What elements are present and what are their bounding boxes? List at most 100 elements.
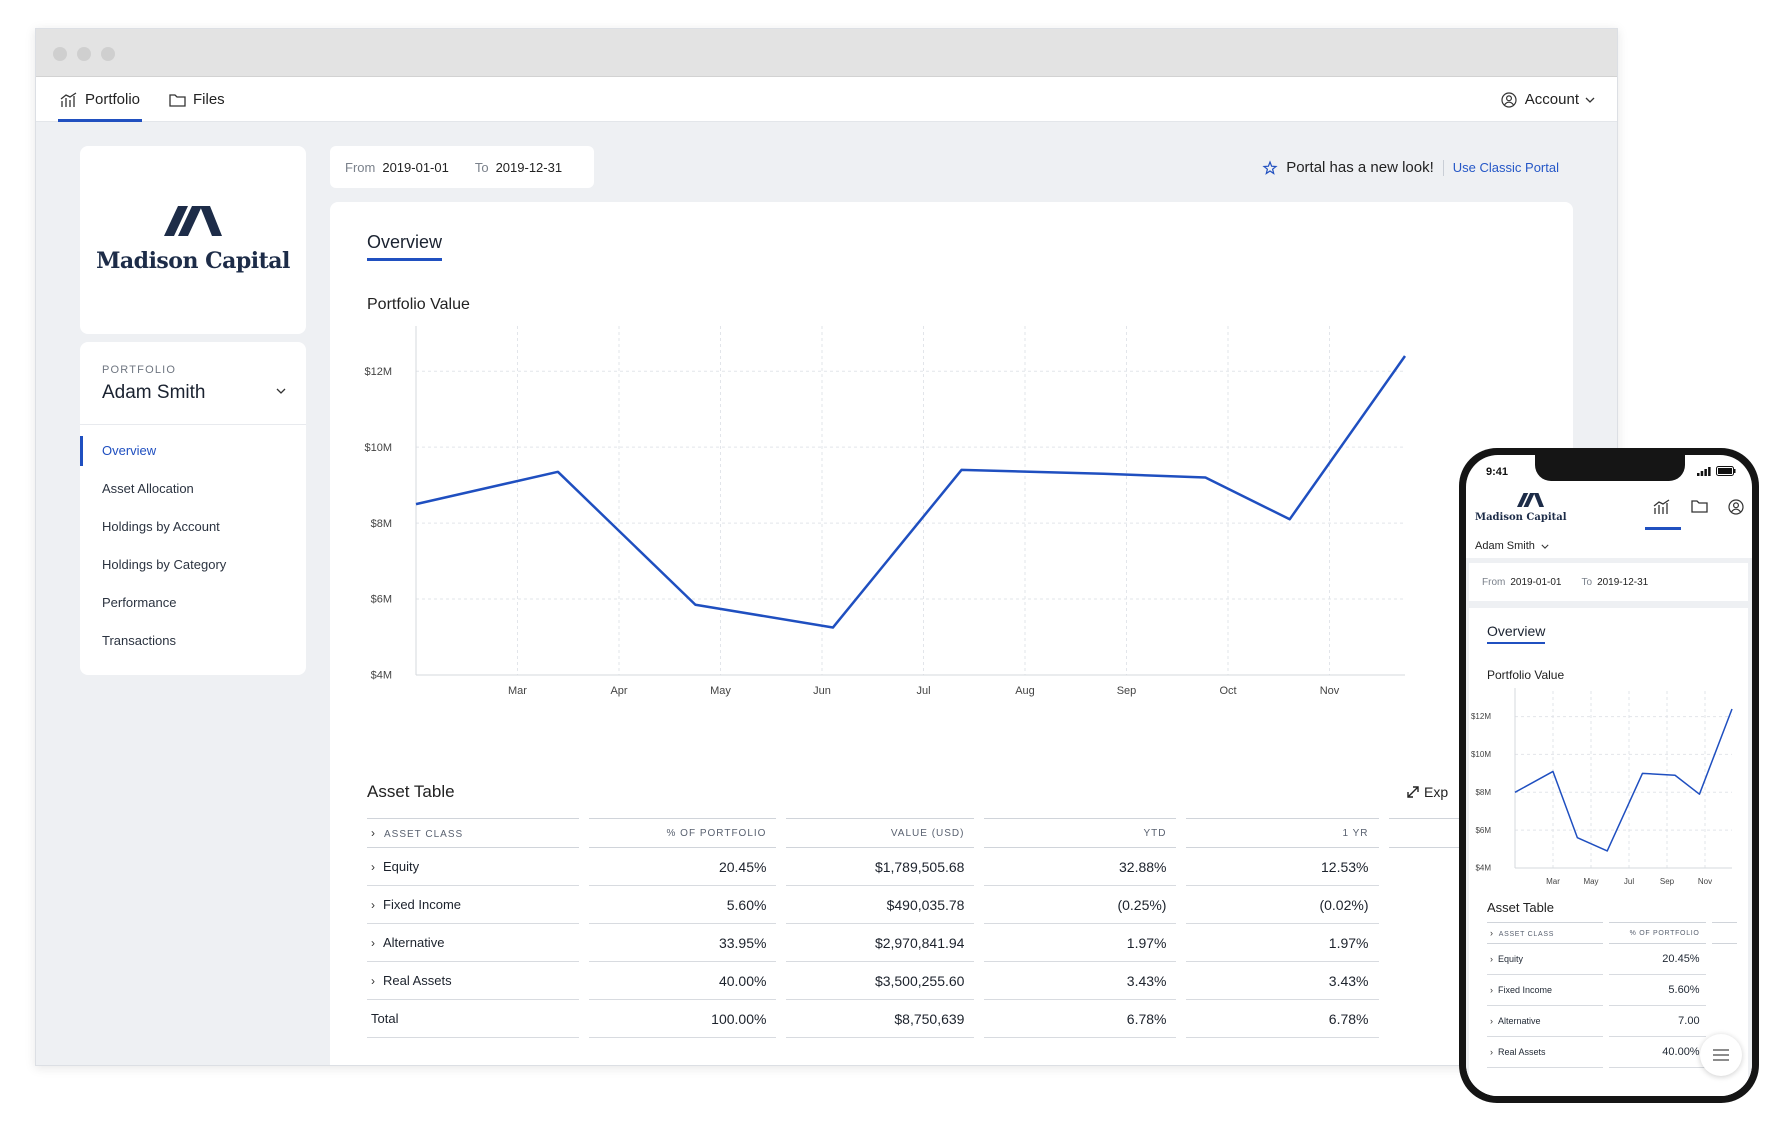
table-row[interactable]: › Alternative 7.00: [1487, 1006, 1737, 1037]
date-from-value[interactable]: 2019-01-01: [1510, 577, 1561, 588]
value-cell: 20.45%: [588, 848, 777, 886]
floating-menu-button[interactable]: [1700, 1034, 1742, 1076]
column-header-ytd[interactable]: YTD: [984, 818, 1177, 848]
portfolio-value-chart: $12M $10M $8M $6M $4M Mar Apr May Jun Jul Aug Sep Oc…: [364, 326, 1407, 697]
chevron-right-icon[interactable]: ›: [1490, 1016, 1493, 1026]
window-minimize-dot[interactable]: [77, 47, 91, 61]
sidebar-item-asset-allocation[interactable]: Asset Allocation: [80, 470, 306, 508]
portfolio-value-chart: $12M $10M $8M $6M $4M Mar May Jul Sep Nov: [1471, 688, 1733, 886]
sidebar-item-overview[interactable]: Overview: [80, 432, 306, 470]
user-circle-icon[interactable]: [1728, 499, 1744, 515]
x-tick-label: May: [1583, 877, 1598, 886]
table-header-row: › ASSET CLASS % OF PORTFOLIO: [1487, 922, 1737, 944]
classic-portal-link[interactable]: Use Classic Portal: [1453, 160, 1559, 175]
chevron-down-icon: [1585, 97, 1595, 103]
value-cell: 6.78%: [984, 1000, 1177, 1038]
chevron-right-icon[interactable]: ›: [371, 860, 375, 874]
portfolio-selector[interactable]: Adam Smith: [102, 382, 205, 404]
column-header-percent[interactable]: % OF PORTFOLIO: [1609, 922, 1706, 944]
column-header-asset-class[interactable]: › ASSET CLASS: [1487, 922, 1604, 944]
chevron-right-icon[interactable]: ›: [371, 936, 375, 950]
hamburger-menu-icon: [1713, 1049, 1729, 1061]
divider: [1442, 159, 1444, 176]
user-circle-icon: [1501, 91, 1517, 108]
portfolio-selector[interactable]: Adam Smith: [1475, 540, 1549, 552]
tab-files-label: Files: [193, 91, 225, 108]
table-row: Total 100.00% $8,750,639 6.78% 6.78%: [367, 1000, 1467, 1038]
value-cell: 40.00%: [588, 962, 777, 1000]
asset-class-label: Equity: [1498, 954, 1524, 964]
value-cell: $8,750,639: [786, 1000, 975, 1038]
tab-overview[interactable]: Overview: [1487, 623, 1546, 644]
column-header-asset-class[interactable]: › ASSET CLASS: [367, 818, 579, 848]
x-tick-label: Nov: [1320, 685, 1340, 697]
status-icons: [1697, 466, 1736, 476]
sidebar-item-holdings-by-account[interactable]: Holdings by Account: [80, 508, 306, 546]
signal-icon: [1697, 466, 1711, 476]
column-header-1yr[interactable]: 1 YR: [1186, 818, 1379, 848]
brand-logo-mark: [164, 206, 222, 241]
date-from-value[interactable]: 2019-01-01: [382, 160, 449, 175]
value-cell: 3.43%: [984, 962, 1177, 1000]
main-panel: Overview Portfolio Value $12M $10M $8M $6M $…: [330, 202, 1573, 1065]
value-cell: $2,970,841.94: [786, 924, 975, 962]
phone-mockup: 9:41 Madison Capital Adam Smith From 201…: [1459, 448, 1759, 1103]
asset-class-cell: › Real Assets: [1487, 1037, 1604, 1068]
y-tick-label: $4M: [371, 670, 392, 682]
value-cell: 32.88%: [984, 848, 1177, 886]
chart-icon[interactable]: [1653, 499, 1671, 515]
sidebar: PORTFOLIO Adam Smith Overview Asset Allo…: [80, 342, 306, 675]
chevron-right-icon[interactable]: ›: [1490, 985, 1493, 995]
account-label: Account: [1524, 91, 1579, 108]
window-zoom-dot[interactable]: [101, 47, 115, 61]
top-nav: Portfolio Files Account: [36, 77, 1617, 122]
sidebar-item-holdings-by-category[interactable]: Holdings by Category: [80, 546, 306, 584]
date-range-picker[interactable]: From 2019-01-01 To 2019-12-31: [1469, 563, 1748, 601]
date-to-value[interactable]: 2019-12-31: [1597, 577, 1648, 588]
chevron-down-icon[interactable]: [276, 388, 286, 394]
chevron-right-icon[interactable]: ›: [1490, 954, 1493, 964]
chart-icon: [60, 91, 78, 108]
date-from-label: From: [345, 159, 376, 175]
expand-button[interactable]: Exp: [1406, 784, 1448, 800]
y-tick-label: $8M: [1475, 788, 1491, 797]
tab-overview[interactable]: Overview: [367, 232, 443, 261]
y-tick-label: $4M: [1475, 864, 1491, 873]
chevron-right-icon[interactable]: ›: [371, 898, 375, 912]
date-to-value[interactable]: 2019-12-31: [496, 160, 563, 175]
sparkle-star-icon: [1262, 159, 1278, 176]
table-row[interactable]: › Real Assets 40.00% $3,500,255.60 3.43% 3.43…: [367, 962, 1467, 1000]
asset-table: › ASSET CLASS % OF PORTFOLIO VALUE (USD) …: [367, 818, 1467, 1038]
sidebar-menu: Overview Asset Allocation Holdings by Ac…: [80, 432, 306, 660]
folder-icon[interactable]: [1691, 499, 1708, 513]
sidebar-item-performance[interactable]: Performance: [80, 584, 306, 622]
tab-portfolio[interactable]: Portfolio: [58, 77, 143, 122]
table-row[interactable]: › Alternative 33.95% $2,970,841.94 1.97% 1.97…: [367, 924, 1467, 962]
column-header-value[interactable]: VALUE (USD): [786, 818, 975, 848]
sidebar-item-transactions[interactable]: Transactions: [80, 622, 306, 660]
table-row[interactable]: › Equity 20.45% $1,789,505.68 32.88% 12.53%: [367, 848, 1467, 886]
x-tick-label: Mar: [1546, 877, 1560, 886]
asset-table-title: Asset Table: [1487, 900, 1554, 915]
window-close-dot[interactable]: [53, 47, 67, 61]
account-menu[interactable]: Account: [1501, 77, 1595, 122]
chevron-right-icon[interactable]: ›: [371, 974, 375, 988]
table-header-row: › ASSET CLASS % OF PORTFOLIO VALUE (USD) …: [367, 818, 1467, 848]
asset-class-label: Fixed Income: [383, 897, 462, 912]
value-cell: 33.95%: [588, 924, 777, 962]
asset-class-label: Real Assets: [1498, 1047, 1546, 1057]
table-row[interactable]: › Fixed Income 5.60%: [1487, 975, 1737, 1006]
chevron-right-icon: ›: [371, 826, 376, 840]
x-tick-label: Nov: [1698, 877, 1712, 886]
column-header-percent[interactable]: % OF PORTFOLIO: [588, 818, 777, 848]
chart-title: Portfolio Value: [1487, 668, 1565, 682]
value-cell: (0.02%): [1186, 886, 1379, 924]
y-tick-label: $8M: [371, 518, 392, 530]
table-row[interactable]: › Equity 20.45%: [1487, 944, 1737, 975]
phone-notch: [1535, 455, 1685, 481]
tab-files[interactable]: Files: [169, 77, 225, 122]
chevron-right-icon[interactable]: ›: [1490, 1047, 1493, 1057]
folder-icon: [169, 93, 186, 107]
table-row[interactable]: › Fixed Income 5.60% $490,035.78 (0.25%) (0.0…: [367, 886, 1467, 924]
date-range-picker[interactable]: From 2019-01-01 To 2019-12-31: [330, 146, 594, 188]
